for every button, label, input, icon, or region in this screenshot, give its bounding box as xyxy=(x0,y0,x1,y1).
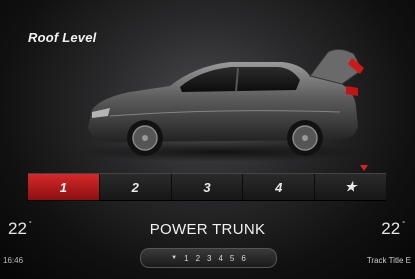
preset-5[interactable]: 5 xyxy=(230,254,234,263)
temperature-right-value: 22 xyxy=(381,219,401,238)
presets-chevron-icon[interactable]: ▼ xyxy=(171,255,177,261)
roof-level-selector: 1 2 3 4 ★ xyxy=(28,173,386,201)
level-button-4[interactable]: 4 xyxy=(243,174,316,200)
preset-2[interactable]: 2 xyxy=(196,254,200,263)
preset-4[interactable]: 4 xyxy=(218,254,222,263)
level-button-1[interactable]: 1 xyxy=(28,174,100,200)
clock: 16:46 xyxy=(3,256,24,265)
track-title: Track Title xyxy=(366,256,404,265)
now-playing: Track Title E xyxy=(367,256,411,265)
selected-level-marker xyxy=(360,165,368,171)
level-button-favorite[interactable]: ★ xyxy=(315,174,386,200)
preset-1[interactable]: 1 xyxy=(184,254,188,263)
preset-6[interactable]: 6 xyxy=(241,254,245,263)
car-illustration xyxy=(75,48,365,162)
track-title-trailing: E xyxy=(405,256,411,265)
radio-presets-bar: ▼ 1 2 3 4 5 6 xyxy=(140,248,277,268)
infotainment-screen: Roof Level 1 2 3 4 ★ 22 ° POWER TRUNK 22… xyxy=(0,0,415,279)
level-button-3[interactable]: 3 xyxy=(172,174,244,200)
level-button-2[interactable]: 2 xyxy=(100,174,172,200)
preset-3[interactable]: 3 xyxy=(207,254,211,263)
degree-right: ° xyxy=(402,221,405,228)
temperature-right[interactable]: 22 ° xyxy=(381,219,405,239)
function-title: POWER TRUNK xyxy=(149,221,266,238)
